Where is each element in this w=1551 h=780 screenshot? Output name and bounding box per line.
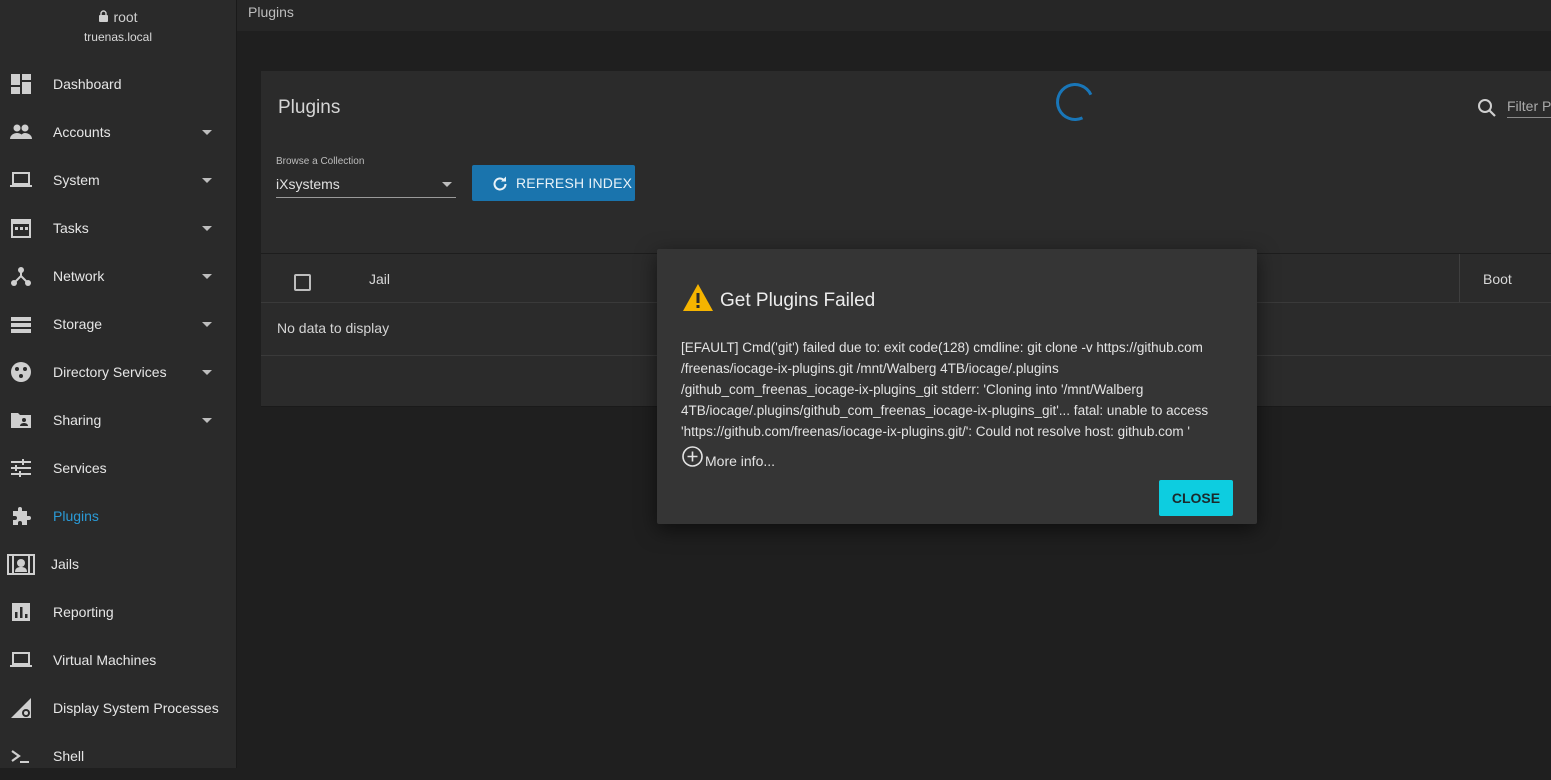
column-divider: [1459, 254, 1460, 302]
sidebar-item-display-system-processes[interactable]: Display System Processes: [0, 684, 236, 732]
sidebar-item-label: Accounts: [53, 124, 111, 140]
chevron-down-icon: [202, 322, 212, 327]
sidebar-item-label: Virtual Machines: [53, 652, 157, 668]
sidebar-item-label: Network: [53, 268, 105, 284]
processes-icon: [10, 697, 32, 719]
breadcrumb-bar: Plugins: [237, 0, 1551, 31]
sidebar-item-sharing[interactable]: Sharing: [0, 396, 236, 444]
sidebar-item-label: Jails: [51, 556, 80, 572]
add-circle-icon: [682, 446, 703, 467]
sidebar-item-label: Services: [53, 460, 107, 476]
warning-icon: [682, 283, 714, 312]
dialog-message-line: /freenas/iocage-ix-plugins.git /mnt/Walb…: [681, 361, 1059, 376]
sidebar-item-reporting[interactable]: Reporting: [0, 588, 236, 636]
collection-select[interactable]: iXsystems: [276, 173, 456, 198]
chevron-down-icon: [202, 418, 212, 423]
refresh-icon: [491, 175, 509, 193]
column-header-jail[interactable]: Jail: [369, 271, 390, 287]
filter-input[interactable]: [1507, 95, 1551, 118]
sidebar-item-network[interactable]: Network: [0, 252, 236, 300]
collection-label: Browse a Collection: [276, 156, 365, 167]
sidebar-item-services[interactable]: Services: [0, 444, 236, 492]
dashboard-icon: [10, 73, 32, 95]
network-icon: [10, 265, 32, 287]
dialog-message-line: /github_com_freenas_iocage-ix-plugins_gi…: [681, 382, 1144, 397]
people-icon: [10, 121, 32, 143]
search-icon[interactable]: [1477, 98, 1497, 118]
sidebar-item-label: System: [53, 172, 100, 188]
chart-icon: [10, 601, 32, 623]
lock-icon: [98, 9, 109, 25]
sidebar-item-directory-services[interactable]: Directory Services: [0, 348, 236, 396]
error-dialog: Get Plugins Failed [EFAULT] Cmd('git') f…: [657, 249, 1257, 524]
refresh-index-label: REFRESH INDEX: [516, 175, 633, 191]
sidebar-item-label: Shell: [53, 748, 85, 764]
sidebar-item-label: Reporting: [53, 604, 114, 620]
extension-icon: [10, 505, 32, 527]
shell-icon: [10, 745, 32, 767]
sidebar-item-shell[interactable]: Shell: [0, 732, 236, 780]
hostname: truenas.local: [83, 30, 153, 44]
sidebar-item-label: Tasks: [53, 220, 89, 236]
user-block: root truenas.local: [0, 8, 236, 44]
laptop-icon: [10, 169, 32, 191]
sidebar-item-storage[interactable]: Storage: [0, 300, 236, 348]
tune-icon: [10, 457, 32, 479]
chevron-down-icon: [202, 226, 212, 231]
empty-table-message: No data to display: [277, 320, 390, 336]
computer-icon: [10, 649, 32, 671]
sidebar-item-jails[interactable]: Jails: [0, 540, 236, 588]
sidebar-item-label: Dashboard: [53, 76, 122, 92]
column-header-boot[interactable]: Boot: [1483, 271, 1512, 287]
collection-select-value: iXsystems: [276, 176, 340, 192]
folder-shared-icon: [10, 409, 32, 431]
directory-icon: [10, 361, 32, 383]
user-line: root: [0, 8, 236, 26]
loading-spinner: [1050, 77, 1100, 127]
breadcrumb: Plugins: [248, 4, 294, 20]
more-info-label: More info...: [705, 453, 776, 469]
sidebar-item-label: Sharing: [53, 412, 102, 428]
sidebar-item-label: Plugins: [53, 508, 99, 524]
sidebar-item-tasks[interactable]: Tasks: [0, 204, 236, 252]
sidebar-item-accounts[interactable]: Accounts: [0, 108, 236, 156]
page-title: Plugins: [278, 97, 341, 118]
close-button[interactable]: CLOSE: [1159, 480, 1233, 516]
chevron-down-icon: [202, 130, 212, 135]
dialog-message: [EFAULT] Cmd('git') failed due to: exit …: [681, 337, 1236, 442]
select-all-checkbox[interactable]: [294, 274, 311, 291]
dialog-title: Get Plugins Failed: [720, 290, 876, 311]
chevron-down-icon: [442, 182, 452, 187]
chevron-down-icon: [202, 274, 212, 279]
sidebar-item-label: Directory Services: [53, 364, 167, 380]
dialog-message-line: [EFAULT] Cmd('git') failed due to: exit …: [681, 340, 1203, 355]
jail-icon: [7, 553, 35, 575]
sidebar-nav: Dashboard Accounts System Tasks Network …: [0, 60, 236, 780]
chevron-down-icon: [202, 370, 212, 375]
chevron-down-icon: [202, 178, 212, 183]
refresh-index-button[interactable]: REFRESH INDEX: [472, 165, 635, 201]
sidebar-item-label: Storage: [53, 316, 103, 332]
sidebar-item-dashboard[interactable]: Dashboard: [0, 60, 236, 108]
sidebar-item-system[interactable]: System: [0, 156, 236, 204]
sidebar-item-label: Display System Processes: [53, 700, 219, 716]
calendar-icon: [10, 217, 32, 239]
storage-icon: [10, 313, 32, 335]
sidebar: root truenas.local Dashboard Accounts Sy…: [0, 0, 237, 768]
sidebar-item-plugins[interactable]: Plugins: [0, 492, 236, 540]
dialog-message-line: 4TB/iocage/.plugins/github_com_freenas_i…: [681, 403, 1209, 418]
username: root: [113, 9, 138, 25]
dialog-message-line: 'https://github.com/freenas/iocage-ix-pl…: [681, 424, 1190, 439]
sidebar-item-virtual-machines[interactable]: Virtual Machines: [0, 636, 236, 684]
